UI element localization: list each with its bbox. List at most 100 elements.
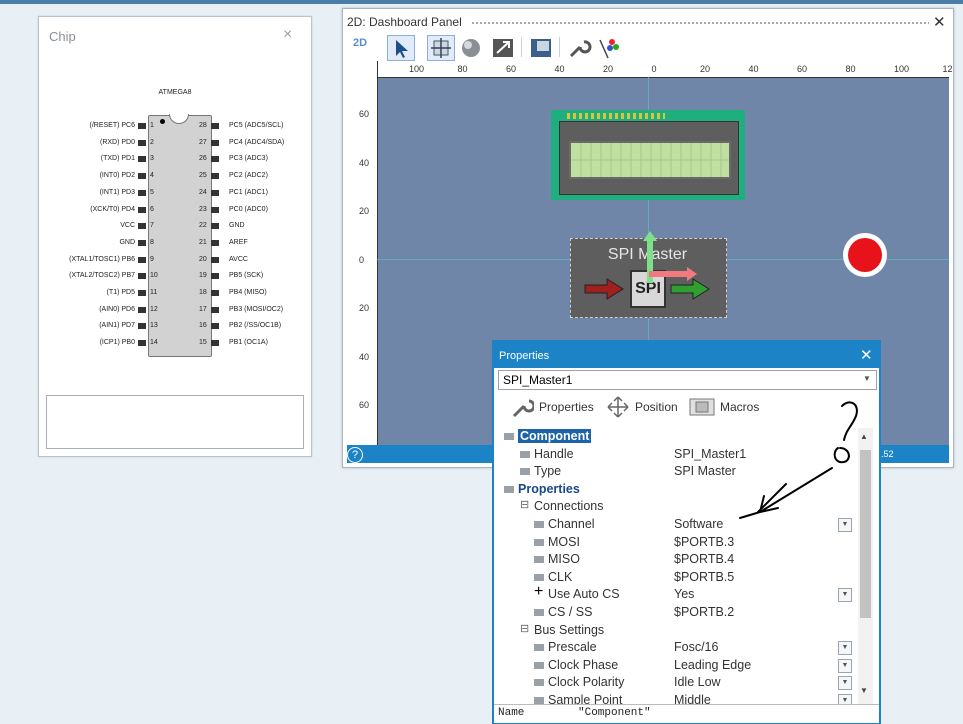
chip-pin: 15 PB1 (OC1A) [199,336,311,353]
chip-pin: 22 GND [199,219,311,236]
pin-pad [138,306,146,313]
pin-label: PC5 (ADC5/SCL) [229,122,284,129]
chip-pin: (INT1) PD3 5 [39,186,179,203]
pin-pad [211,173,219,180]
tab-properties[interactable]: Properties [539,400,594,414]
pin-label: (XCK/T0) PD4 [90,205,135,213]
property-label: MISO [548,552,580,567]
move-icon [607,396,629,418]
handwritten-annotation [739,401,858,519]
mode-2d-label[interactable]: 2D [353,37,367,49]
chip-pin: 28 PC5 (ADC5/SCL) [199,119,311,136]
property-value[interactable]: $PORTB.3 [674,535,734,549]
property-row[interactable]: ⊟ Bus Settings [498,622,858,640]
move-icon[interactable] [427,35,455,61]
property-icon [534,679,544,687]
pin-label: GND [229,222,245,230]
chip-pin: 20 AVCC [199,253,311,270]
property-value[interactable]: $PORTB.4 [674,552,734,566]
transform-gizmo-icon[interactable] [639,231,699,291]
pin-label: PB5 (SCK) [229,272,264,280]
chevron-down-icon[interactable]: ▼ [838,694,852,704]
top-accent-bar [0,0,963,4]
chip-notes-area[interactable] [46,395,304,449]
chip-pin: 23 PC0 (ADC0) [199,203,311,220]
chip-pin: 21 AREF [199,236,311,253]
dashboard-close-button[interactable]: ✕ [933,13,946,31]
property-value[interactable]: $PORTB.5 [674,570,734,584]
chevron-down-icon[interactable]: ▼ [838,676,852,691]
help-icon[interactable]: ? [347,447,363,463]
chip-panel-close-button[interactable]: × [283,26,292,44]
property-row[interactable]: Prescale Fosc/16 ▼ [498,639,858,657]
property-value[interactable]: Idle Low [674,675,721,689]
property-row[interactable]: Clock Phase Leading Edge ▼ [498,657,858,675]
pin-number: 21 [199,238,207,246]
properties-titlebar[interactable] [494,342,879,368]
property-label: Use Auto CS [548,587,620,602]
align-icon[interactable] [527,35,555,61]
expand-toggle-icon[interactable]: ⊟ [520,498,530,511]
color-icon[interactable] [595,35,623,61]
property-row[interactable]: + Use Auto CS Yes ▼ [498,583,858,604]
chevron-down-icon[interactable]: ▼ [838,658,852,673]
pin-label: (TXD) PD1 [100,155,135,163]
pin-label: PB3 (MOSI/OC2) [229,305,284,313]
property-row[interactable]: Clock Polarity Idle Low ▼ [498,674,858,692]
pin-pad [211,290,219,296]
expand-toggle-icon[interactable]: ⊟ [520,622,530,635]
chip-pin: (XTAL2/TOSC2) PB7 10 [39,269,179,286]
chevron-down-icon[interactable]: ▼ [838,641,852,656]
rotate-icon[interactable] [457,35,485,61]
pin-number: 7 [150,222,154,230]
property-icon [534,697,544,704]
chevron-down-icon[interactable]: ▼ [863,374,871,383]
property-value[interactable]: Fosc/16 [674,640,718,654]
pin-number: 8 [150,238,154,246]
property-value[interactable]: Middle [674,693,711,704]
property-label: Connections [534,499,604,514]
chip-pin: 25 PC2 (ADC2) [199,169,311,186]
chevron-down-icon[interactable]: ▼ [838,588,852,603]
property-icon [534,644,544,652]
red-button-face[interactable] [848,238,882,272]
ruler-tick-label: 80 [845,64,856,74]
pin-pad [138,189,146,196]
property-row[interactable]: MOSI $PORTB.3 [498,534,858,552]
scroll-down-icon[interactable]: ▼ [860,686,868,695]
pin-pad [211,139,219,146]
pin-number: 19 [199,272,207,280]
property-row[interactable]: CLK $PORTB.5 [498,569,858,587]
wrench-icon[interactable] [565,35,593,61]
property-row[interactable]: MISO $PORTB.4 [498,551,858,569]
property-icon [534,538,544,546]
pin-pad [138,173,146,180]
property-value[interactable]: $PORTB.2 [674,605,734,619]
property-value[interactable]: Leading Edge [674,658,751,672]
panel-grip[interactable] [471,21,929,26]
property-value[interactable]: Yes [674,587,694,601]
tab-position[interactable]: Position [635,400,678,414]
ruler-top-labels: 100 80 60 40 20 0 20 40 60 80 100 12 [347,61,953,77]
dashboard-panel-title: 2D: Dashboard Panel [347,15,462,29]
properties-close-button[interactable]: ✕ [860,346,873,364]
pin-label: PB1 (OC1A) [229,339,268,347]
chip-pin: (AIN0) PD6 12 [39,303,179,320]
pin-pad [138,290,146,296]
pin-label: PB4 (MISO) [229,289,267,296]
chip-pin: 18 PB4 (MISO) [199,286,311,303]
pin-number: 26 [199,155,207,163]
component-select[interactable]: SPI_Master1 ▼ [498,370,877,390]
pin-pad [138,223,146,230]
pin-pad [138,123,146,129]
ruler-tick-label: 40 [359,157,370,168]
pin-number: 24 [199,188,207,196]
pin-label: (INT0) PD2 [99,172,135,180]
pin-label: AREF [229,238,248,246]
property-row[interactable]: CS / SS $PORTB.2 [498,604,858,622]
select-pointer-icon[interactable] [387,35,415,61]
ruler-tick-label: 0 [359,254,365,265]
property-row[interactable]: Sample Point Middle ▼ [498,692,858,704]
pin-pad [138,239,146,246]
scale-icon[interactable] [489,35,517,61]
